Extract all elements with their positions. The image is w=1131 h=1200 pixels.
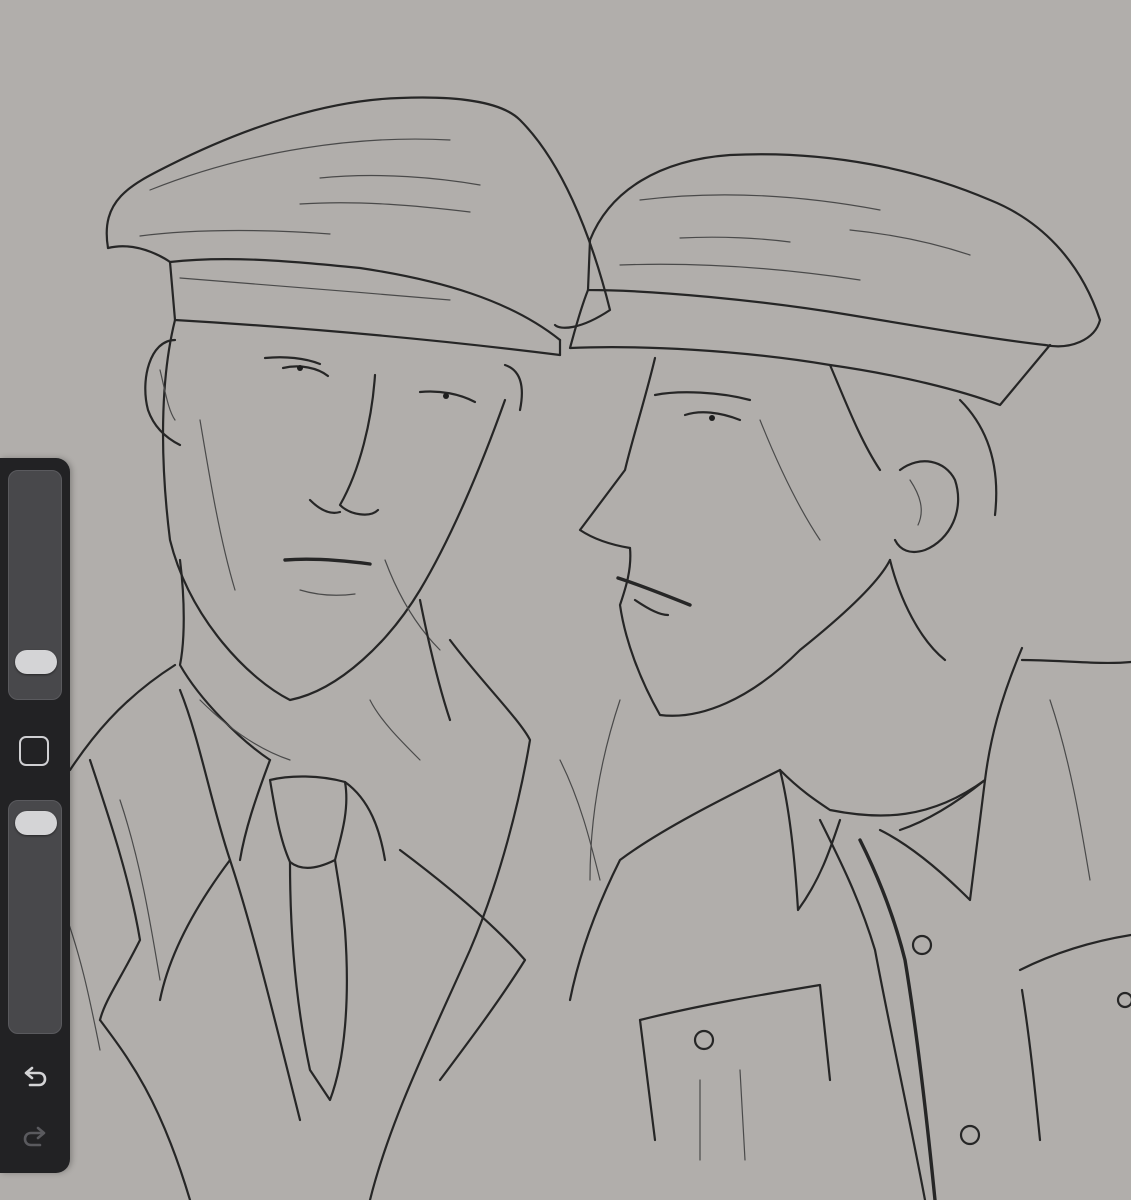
- modify-button[interactable]: [19, 736, 49, 766]
- left-body: [59, 558, 601, 1200]
- undo-button[interactable]: [17, 1060, 53, 1096]
- redo-button[interactable]: [17, 1120, 53, 1156]
- sketch-artwork: [59, 96, 1131, 1200]
- right-body: [568, 646, 1131, 1200]
- redo-arrow-icon: [23, 1126, 46, 1147]
- opacity-slider[interactable]: [8, 800, 62, 1034]
- brush-size-slider[interactable]: [8, 470, 62, 700]
- drawing-canvas[interactable]: [0, 0, 1131, 1200]
- right-cap: [568, 153, 1102, 407]
- left-cap: [105, 96, 612, 357]
- undo-arrow-icon: [24, 1066, 47, 1087]
- right-head: [578, 356, 998, 717]
- side-toolbar: [0, 458, 70, 1173]
- left-head: [144, 318, 523, 702]
- opacity-thumb[interactable]: [15, 810, 57, 835]
- brush-size-thumb[interactable]: [15, 649, 57, 674]
